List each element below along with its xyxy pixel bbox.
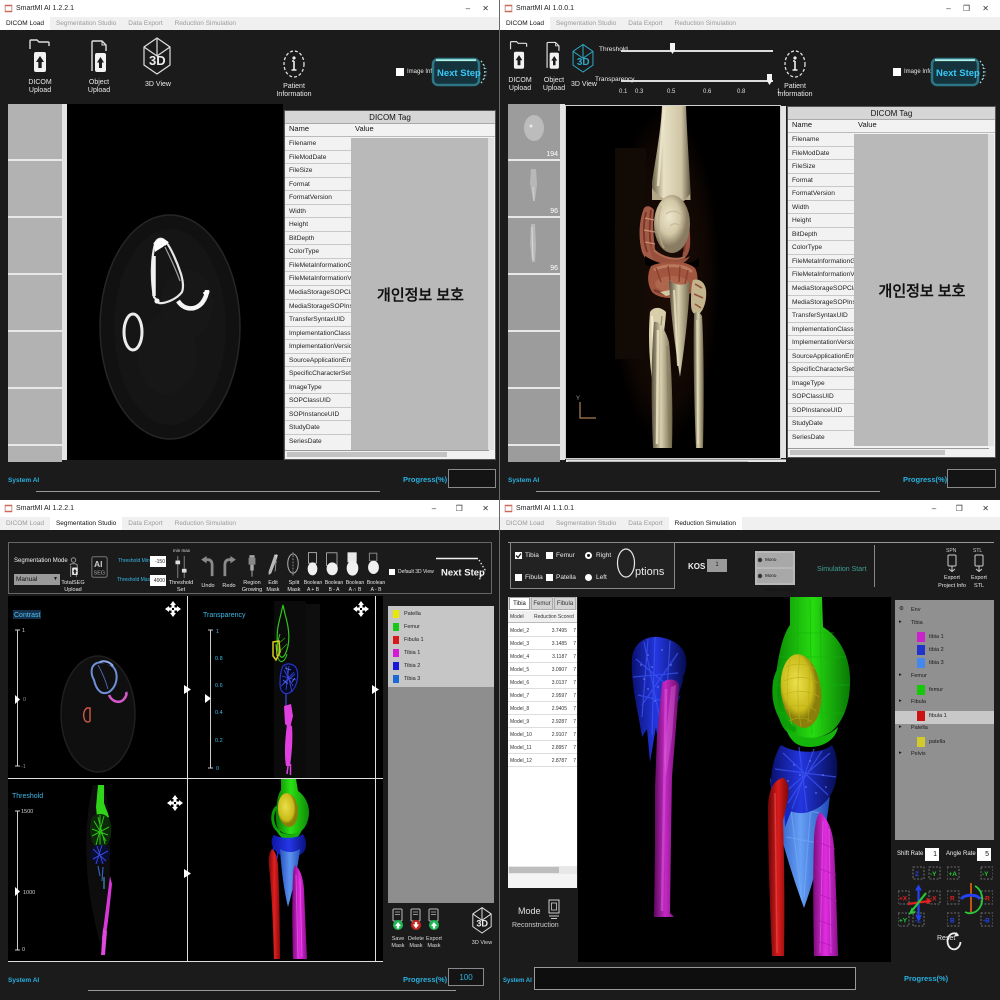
svg-text:STL: STL [973, 548, 982, 554]
svg-text:0.6: 0.6 [215, 683, 223, 689]
svg-text:0.8: 0.8 [215, 656, 223, 662]
svg-text:-R: -R [983, 896, 990, 903]
svg-text:0.2: 0.2 [215, 738, 223, 744]
svg-text:+Y: +Y [899, 918, 908, 925]
svg-text:1: 1 [22, 628, 25, 634]
svg-text:-Y: -Y [982, 871, 989, 878]
svg-text:Z: Z [915, 871, 919, 878]
svg-text:ptions: ptions [635, 566, 665, 578]
svg-text:-B: -B [983, 918, 990, 925]
svg-text:+A: +A [949, 871, 958, 878]
svg-text:+X: +X [899, 896, 908, 903]
svg-text:Next Step: Next Step [441, 568, 485, 579]
svg-text:-1: -1 [21, 764, 26, 770]
svg-text:AI: AI [94, 559, 103, 569]
svg-text:SPN: SPN [946, 548, 957, 554]
svg-text:Y: Y [576, 396, 580, 402]
svg-text:R: R [950, 896, 955, 903]
svg-text:-Y: -Y [930, 871, 937, 878]
svg-text:3D: 3D [149, 53, 166, 68]
svg-text:0: 0 [216, 766, 219, 772]
svg-text:B: B [950, 918, 955, 925]
svg-text:0: 0 [23, 697, 26, 703]
svg-text:1000: 1000 [23, 890, 35, 896]
svg-text:Threshold: Threshold [12, 793, 43, 800]
svg-text:Next Step: Next Step [936, 68, 980, 79]
svg-text:Next Step: Next Step [437, 68, 481, 79]
svg-text:1: 1 [216, 629, 219, 635]
svg-text:0.4: 0.4 [215, 710, 223, 716]
svg-text:Transparency: Transparency [203, 612, 246, 619]
svg-text:Contrast: Contrast [14, 612, 41, 619]
svg-text:0: 0 [22, 947, 25, 953]
svg-text:3D: 3D [577, 57, 590, 68]
svg-text:3D: 3D [476, 919, 488, 929]
svg-text:1500: 1500 [21, 809, 33, 815]
svg-text:SEG: SEG [94, 571, 106, 577]
